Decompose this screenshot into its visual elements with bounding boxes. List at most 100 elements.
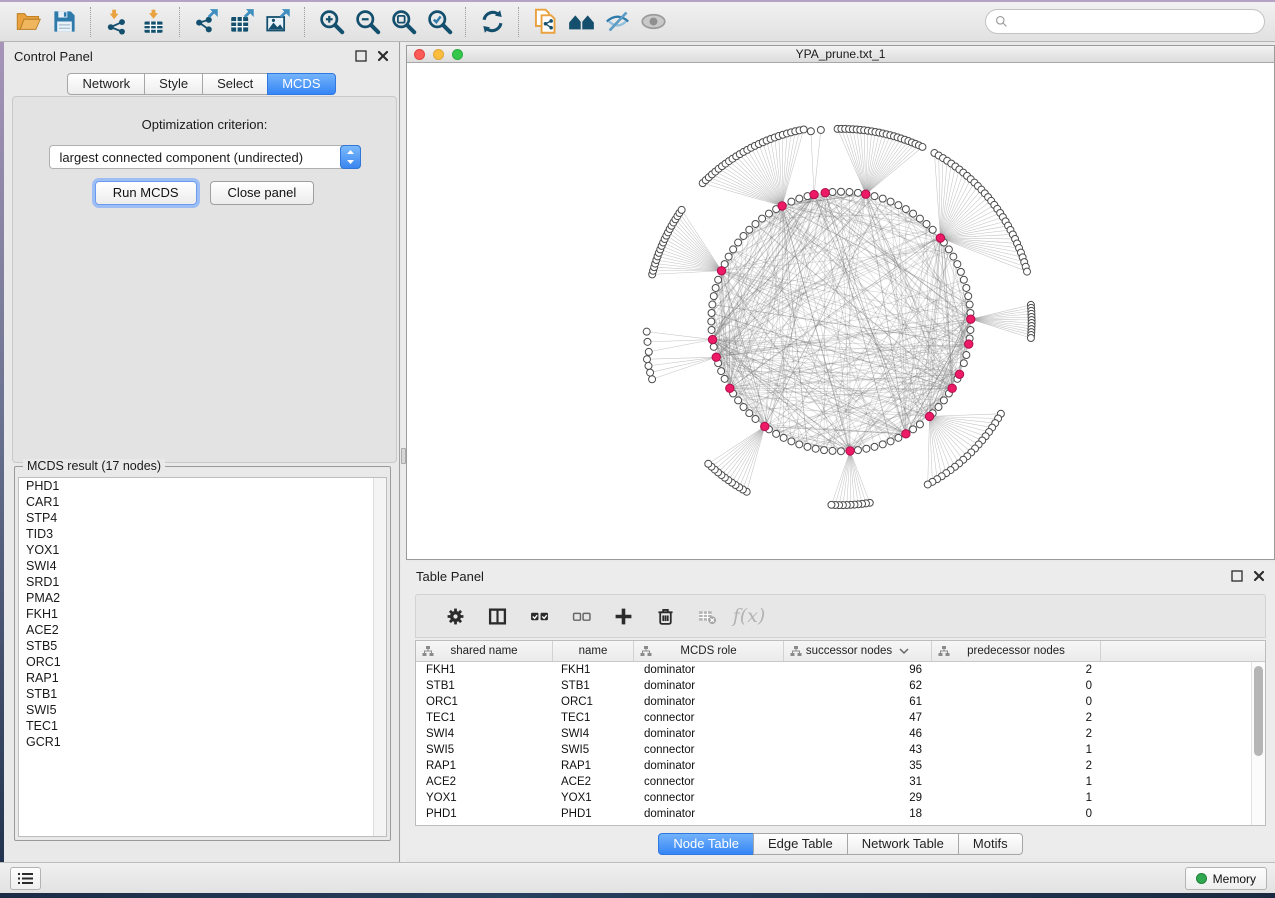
tab-style[interactable]: Style bbox=[144, 73, 203, 95]
table-cell[interactable]: SWI5 bbox=[416, 744, 553, 756]
table-cell[interactable]: 1 bbox=[932, 776, 1101, 788]
import-network-button[interactable] bbox=[99, 5, 135, 39]
table-cell[interactable]: SWI4 bbox=[416, 728, 553, 740]
table-row[interactable]: RAP1RAP1dominator352 bbox=[416, 758, 1251, 774]
table-row[interactable]: FKH1FKH1dominator962 bbox=[416, 662, 1251, 678]
table-cell[interactable]: 29 bbox=[784, 792, 932, 804]
mcds-list-item[interactable]: PMA2 bbox=[19, 590, 386, 606]
table-cell[interactable]: ORC1 bbox=[553, 696, 634, 708]
table-cell[interactable]: connector bbox=[634, 744, 784, 756]
close-table-panel-icon[interactable] bbox=[1253, 570, 1265, 582]
table-cell[interactable]: 0 bbox=[932, 696, 1101, 708]
search-input[interactable] bbox=[1014, 15, 1255, 29]
column-header-mcds-role[interactable]: MCDS role bbox=[634, 641, 784, 661]
table-cell[interactable]: RAP1 bbox=[416, 760, 553, 772]
open-folder-button[interactable] bbox=[10, 5, 46, 39]
table-cell[interactable]: 43 bbox=[784, 744, 932, 756]
table-row[interactable]: PHD1PHD1dominator180 bbox=[416, 806, 1251, 822]
table-row[interactable]: STB1STB1dominator620 bbox=[416, 678, 1251, 694]
mcds-list-item[interactable]: STB5 bbox=[19, 638, 386, 654]
table-cell[interactable]: connector bbox=[634, 792, 784, 804]
table-cell[interactable]: YOX1 bbox=[553, 792, 634, 804]
table-cell[interactable]: 18 bbox=[784, 808, 932, 820]
table-cell[interactable]: connector bbox=[634, 776, 784, 788]
table-row[interactable]: ORC1ORC1dominator610 bbox=[416, 694, 1251, 710]
mcds-list-item[interactable]: ORC1 bbox=[19, 654, 386, 670]
table-cell[interactable]: dominator bbox=[634, 680, 784, 692]
table-cell[interactable]: 2 bbox=[932, 712, 1101, 724]
mcds-list-item[interactable]: GCR1 bbox=[19, 734, 386, 750]
tab-node-table[interactable]: Node Table bbox=[658, 833, 754, 855]
add-button[interactable] bbox=[602, 598, 644, 634]
float-table-panel-icon[interactable] bbox=[1231, 570, 1243, 582]
table-cell[interactable]: dominator bbox=[634, 728, 784, 740]
table-scrollbar[interactable] bbox=[1251, 662, 1265, 825]
table-row[interactable]: ACE2ACE2connector311 bbox=[416, 774, 1251, 790]
table-cell[interactable]: dominator bbox=[634, 664, 784, 676]
mcds-list-item[interactable]: FKH1 bbox=[19, 606, 386, 622]
table-cell[interactable]: ACE2 bbox=[416, 776, 553, 788]
table-cell[interactable]: RAP1 bbox=[553, 760, 634, 772]
table-cell[interactable]: PHD1 bbox=[416, 808, 553, 820]
table-cell[interactable]: 0 bbox=[932, 808, 1101, 820]
table-cell[interactable]: TEC1 bbox=[416, 712, 553, 724]
tab-edge-table[interactable]: Edge Table bbox=[753, 833, 848, 855]
columns-button[interactable] bbox=[476, 598, 518, 634]
table-cell[interactable]: STB1 bbox=[553, 680, 634, 692]
table-cell[interactable]: SWI5 bbox=[553, 744, 634, 756]
table-scrollbar-thumb[interactable] bbox=[1254, 666, 1263, 756]
table-cell[interactable]: 2 bbox=[932, 664, 1101, 676]
mcds-list-item[interactable]: PHD1 bbox=[19, 478, 386, 494]
settings-button[interactable] bbox=[434, 598, 476, 634]
zoom-selected-button[interactable] bbox=[421, 5, 457, 39]
float-panel-icon[interactable] bbox=[355, 50, 367, 62]
show-all-button[interactable] bbox=[635, 5, 671, 39]
table-cell[interactable]: 61 bbox=[784, 696, 932, 708]
column-header-successor-nodes[interactable]: successor nodes bbox=[784, 641, 932, 661]
mcds-list-item[interactable]: TEC1 bbox=[19, 718, 386, 734]
tab-mcds[interactable]: MCDS bbox=[267, 73, 335, 95]
table-cell[interactable]: 1 bbox=[932, 744, 1101, 756]
table-cell[interactable]: dominator bbox=[634, 696, 784, 708]
table-cell[interactable]: ORC1 bbox=[416, 696, 553, 708]
table-cell[interactable]: 46 bbox=[784, 728, 932, 740]
export-table-button[interactable] bbox=[224, 5, 260, 39]
save-session-button[interactable] bbox=[46, 5, 82, 39]
table-cell[interactable]: 1 bbox=[932, 792, 1101, 804]
zoom-fit-button[interactable] bbox=[385, 5, 421, 39]
import-table-button[interactable] bbox=[135, 5, 171, 39]
table-cell[interactable]: dominator bbox=[634, 808, 784, 820]
first-neighbors-button[interactable] bbox=[563, 5, 599, 39]
column-header-name[interactable]: name bbox=[553, 641, 634, 661]
table-cell[interactable]: FKH1 bbox=[553, 664, 634, 676]
table-cell[interactable]: SWI4 bbox=[553, 728, 634, 740]
zoom-out-button[interactable] bbox=[349, 5, 385, 39]
tab-motifs[interactable]: Motifs bbox=[958, 833, 1023, 855]
mcds-list-item[interactable]: TID3 bbox=[19, 526, 386, 542]
column-header-shared-name[interactable]: shared name bbox=[416, 641, 553, 661]
column-header-predecessor-nodes[interactable]: predecessor nodes bbox=[932, 641, 1101, 661]
mcds-list-item[interactable]: SRD1 bbox=[19, 574, 386, 590]
mcds-list-item[interactable]: STP4 bbox=[19, 510, 386, 526]
mcds-list-item[interactable]: SWI4 bbox=[19, 558, 386, 574]
table-row[interactable]: SWI4SWI4dominator462 bbox=[416, 726, 1251, 742]
table-row[interactable]: SWI5SWI5connector431 bbox=[416, 742, 1251, 758]
table-row[interactable]: YOX1YOX1connector291 bbox=[416, 790, 1251, 806]
table-cell[interactable]: connector bbox=[634, 712, 784, 724]
table-cell[interactable]: TEC1 bbox=[553, 712, 634, 724]
table-cell[interactable]: 35 bbox=[784, 760, 932, 772]
close-panel-icon[interactable] bbox=[377, 50, 389, 62]
table-cell[interactable]: 31 bbox=[784, 776, 932, 788]
mcds-list-item[interactable]: SWI5 bbox=[19, 702, 386, 718]
network-canvas[interactable] bbox=[407, 63, 1274, 559]
memory-button[interactable]: Memory bbox=[1185, 867, 1267, 890]
tab-network-table[interactable]: Network Table bbox=[847, 833, 959, 855]
close-panel-button[interactable]: Close panel bbox=[210, 181, 315, 205]
table-cell[interactable]: 96 bbox=[784, 664, 932, 676]
table-cell[interactable]: 62 bbox=[784, 680, 932, 692]
table-cell[interactable]: 47 bbox=[784, 712, 932, 724]
zoom-in-button[interactable] bbox=[313, 5, 349, 39]
optimization-criterion-select[interactable]: largest connected component (undirected) bbox=[49, 145, 361, 169]
mcds-list-item[interactable]: ACE2 bbox=[19, 622, 386, 638]
mcds-list-scrollbar[interactable] bbox=[373, 478, 386, 836]
